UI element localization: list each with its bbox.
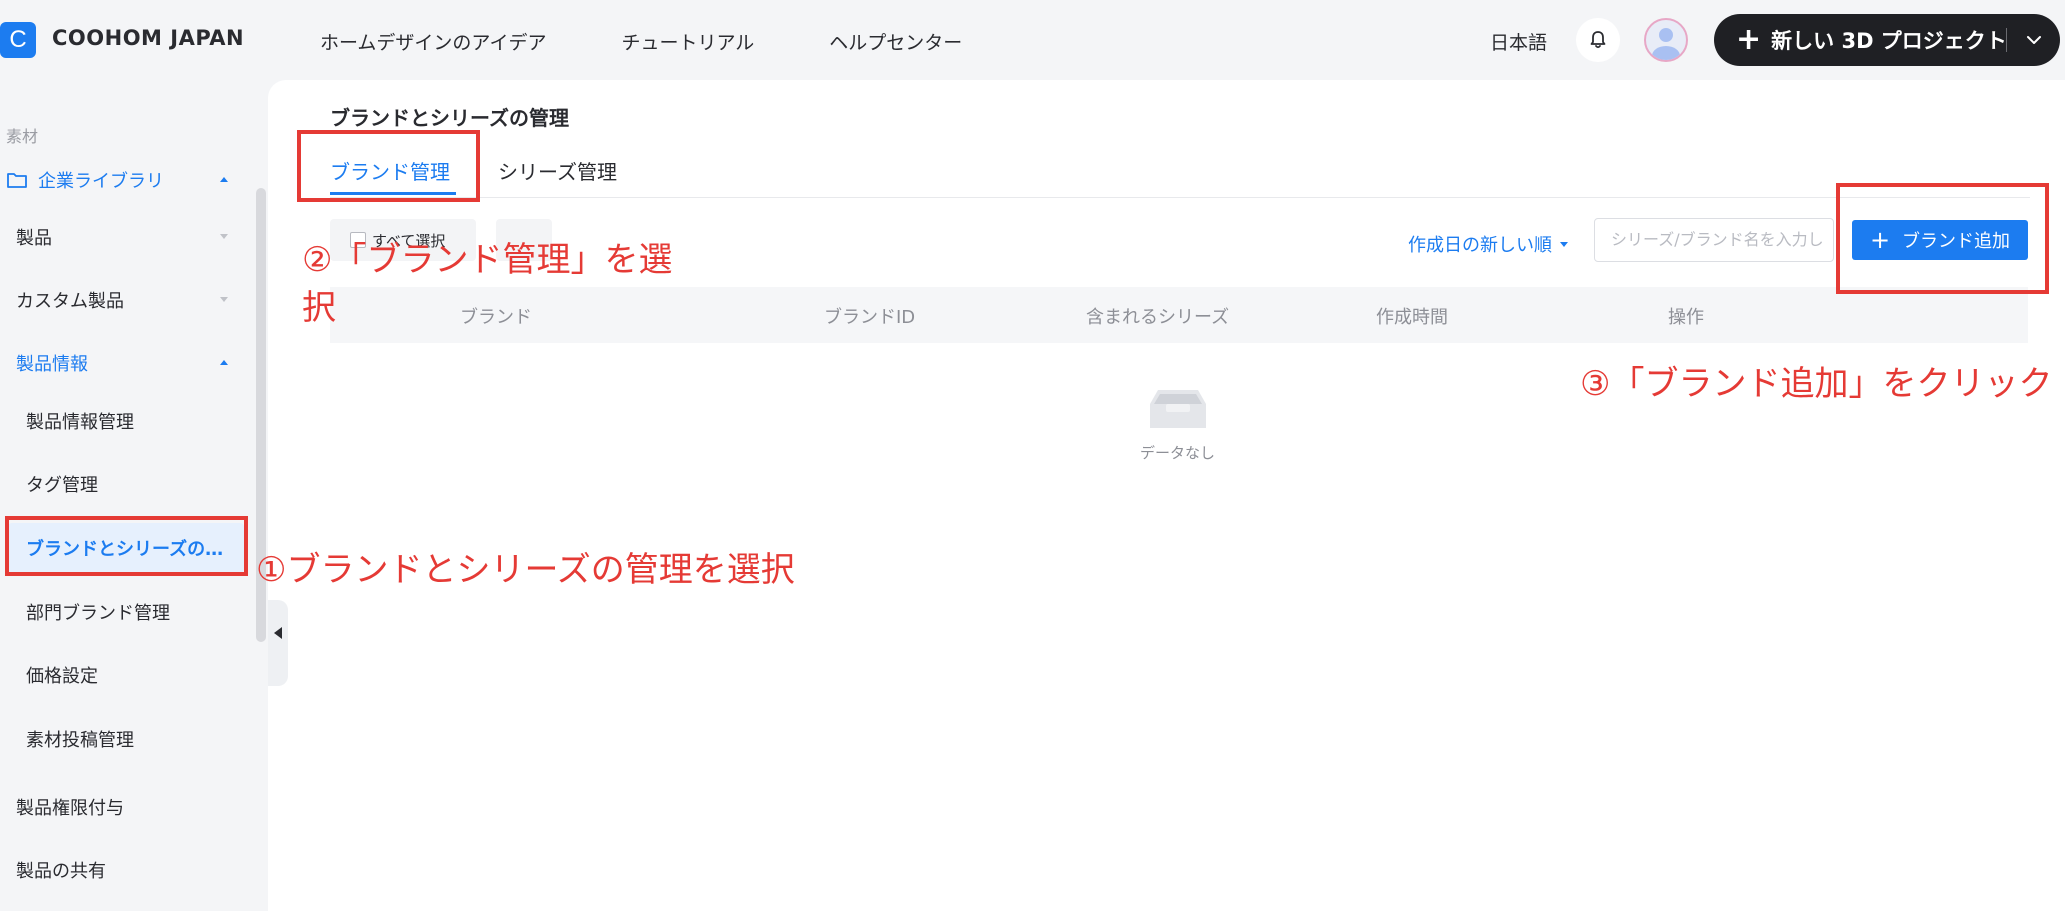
search-input[interactable]: シリーズ/ブランド名を入力し — [1594, 218, 1834, 262]
sidebar-item-label: 製品 — [16, 228, 52, 249]
language-selector[interactable]: 日本語 — [1490, 28, 1547, 55]
sidebar-item-label: 素材投稿管理 — [26, 730, 134, 751]
new-project-label: 新しい 3D プロジェクト — [1771, 29, 2007, 53]
tab-series-management[interactable]: シリーズ管理 — [498, 156, 617, 185]
caret-down-icon — [1560, 241, 1568, 247]
nav-home-design-ideas[interactable]: ホームデザインのアイデア — [320, 28, 546, 55]
sidebar-item-label: タグ管理 — [26, 475, 98, 496]
column-header-series: 含まれるシリーズ — [1086, 307, 1230, 328]
company-name[interactable]: COOHOM JAPAN — [52, 26, 244, 50]
chevron-up-icon — [220, 360, 228, 365]
top-bar: C COOHOM JAPAN ホームデザインのアイデア チュートリアル ヘルプセ… — [0, 0, 2065, 80]
annotation-step2: ②「ブランド管理」を選 — [302, 240, 673, 280]
new-3d-project-button[interactable]: + 新しい 3D プロジェクト — [1714, 14, 2060, 66]
highlight-sidebar-brand-series — [5, 516, 248, 576]
plus-icon: + — [1736, 22, 1762, 57]
avatar-icon — [1652, 28, 1680, 60]
sidebar-collapse-handle[interactable] — [268, 600, 288, 686]
page-title: ブランドとシリーズの管理 — [330, 106, 569, 130]
annotation-step3: ③「ブランド追加」をクリック — [1580, 364, 2053, 404]
sidebar-item-label: 価格設定 — [26, 666, 98, 687]
sidebar-item-label: 企業ライブラリ — [38, 171, 164, 192]
chevron-down-icon — [220, 234, 228, 239]
column-header-actions: 操作 — [1668, 307, 1704, 328]
table-header: ブランド ブランドID 含まれるシリーズ 作成時間 操作 — [330, 287, 2028, 343]
main-panel: ブランドとシリーズの管理 ブランド管理 シリーズ管理 すべて選択 作成日の新しい… — [268, 80, 2065, 911]
chevron-up-icon — [220, 177, 228, 182]
sidebar-item-tag-mgmt[interactable]: タグ管理 — [0, 459, 248, 509]
column-header-brand: ブランド — [460, 307, 532, 328]
annotation-step1: ①ブランドとシリーズの管理を選択 — [256, 550, 795, 590]
sidebar-item-dept-brand[interactable]: 部門ブランド管理 — [0, 587, 248, 637]
chevron-down-icon[interactable] — [2022, 28, 2046, 52]
button-separator — [2006, 28, 2007, 52]
sidebar-section-label: 素材 — [6, 127, 39, 146]
folder-icon — [7, 173, 27, 188]
user-avatar[interactable] — [1644, 18, 1688, 62]
column-header-brand-id: ブランドID — [824, 307, 916, 328]
empty-box-icon — [1150, 390, 1206, 428]
sidebar-item-permission[interactable]: 製品権限付与 — [0, 782, 248, 832]
sidebar-item-product-info-mgmt[interactable]: 製品情報管理 — [0, 396, 248, 446]
highlight-brand-tab — [297, 130, 480, 202]
highlight-add-brand — [1836, 183, 2049, 294]
nav-help-center[interactable]: ヘルプセンター — [829, 28, 962, 55]
sidebar-item-label: 製品情報 — [16, 354, 88, 375]
sidebar-item-label: 部門ブランド管理 — [26, 603, 170, 624]
sidebar-item-product-info[interactable]: 製品情報 — [0, 338, 248, 388]
sort-label: 作成日の新しい順 — [1408, 235, 1552, 256]
sidebar-item-label: 製品の共有 — [16, 861, 106, 882]
sidebar-item-label: 製品情報管理 — [26, 412, 134, 433]
sidebar-item-label: 製品権限付与 — [16, 798, 124, 819]
logo-icon[interactable]: C — [0, 22, 36, 58]
tabs-divider — [330, 197, 2030, 198]
sort-dropdown[interactable]: 作成日の新しい順 — [1408, 231, 1568, 257]
bell-icon — [1590, 31, 1606, 49]
sidebar-item-share[interactable]: 製品の共有 — [0, 845, 248, 895]
sidebar-item-material-post[interactable]: 素材投稿管理 — [0, 714, 248, 764]
sidebar: 素材 企業ライブラリ 製品 カスタム製品 製品情報 製品情報管理 タグ管理 ブラ… — [0, 80, 268, 911]
annotation-step2-cont: 択 — [302, 288, 336, 328]
nav-tutorials[interactable]: チュートリアル — [621, 28, 754, 55]
sidebar-item-enterprise-library[interactable]: 企業ライブラリ — [0, 155, 248, 205]
top-navigation: ホームデザインのアイデア チュートリアル ヘルプセンター — [320, 28, 962, 55]
collapse-arrow-icon[interactable] — [274, 627, 282, 639]
sidebar-item-label: カスタム製品 — [16, 291, 124, 312]
notification-button[interactable] — [1576, 18, 1620, 62]
sidebar-item-price[interactable]: 価格設定 — [0, 650, 248, 700]
column-header-created: 作成時間 — [1376, 307, 1448, 328]
sidebar-item-products[interactable]: 製品 — [0, 212, 248, 262]
empty-state-text: データなし — [1140, 444, 1216, 462]
chevron-down-icon — [220, 297, 228, 302]
sidebar-item-custom-products[interactable]: カスタム製品 — [0, 275, 248, 325]
